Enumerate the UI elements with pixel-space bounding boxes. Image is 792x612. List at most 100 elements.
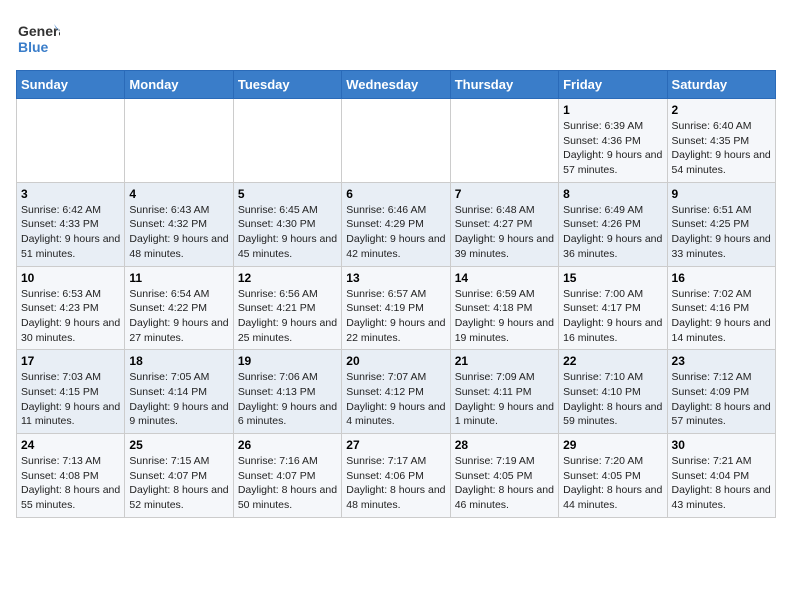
weekday-header-sunday: Sunday xyxy=(17,71,125,99)
day-info: Sunrise: 6:45 AMSunset: 4:30 PMDaylight:… xyxy=(238,203,337,262)
calendar-cell: 2Sunrise: 6:40 AMSunset: 4:35 PMDaylight… xyxy=(667,99,775,183)
day-info: Sunrise: 7:19 AMSunset: 4:05 PMDaylight:… xyxy=(455,454,554,513)
calendar-cell: 13 Sunrise: 6:57 AMSunset: 4:19 PMDayligh… xyxy=(342,266,450,350)
calendar-cell: 4 Sunrise: 6:43 AMSunset: 4:32 PMDaylight… xyxy=(125,182,233,266)
calendar-cell xyxy=(233,99,341,183)
calendar-cell xyxy=(125,99,233,183)
day-number: 1 xyxy=(563,103,662,117)
day-number: 8 xyxy=(563,187,662,201)
day-number: 18 xyxy=(129,354,228,368)
day-info: Sunrise: 6:40 AMSunset: 4:35 PMDaylight:… xyxy=(672,119,771,178)
calendar-cell: 6Sunrise: 6:46 AMSunset: 4:29 PMDaylight… xyxy=(342,182,450,266)
day-info: Sunrise: 7:21 AMSunset: 4:04 PMDaylight:… xyxy=(672,454,771,513)
day-info: Sunrise: 6:39 AMSunset: 4:36 PMDaylight:… xyxy=(563,119,662,178)
calendar-week-1: 1 Sunrise: 6:39 AMSunset: 4:36 PMDaylight… xyxy=(17,99,776,183)
calendar-week-3: 10 Sunrise: 6:53 AMSunset: 4:23 PMDayligh… xyxy=(17,266,776,350)
calendar-cell: 19Sunrise: 7:06 AMSunset: 4:13 PMDayligh… xyxy=(233,350,341,434)
day-info: Sunrise: 6:54 AMSunset: 4:22 PMDaylight:… xyxy=(129,287,228,346)
calendar-cell: 30 Sunrise: 7:21 AMSunset: 4:04 PMDayligh… xyxy=(667,434,775,518)
day-info: Sunrise: 7:17 AMSunset: 4:06 PMDaylight:… xyxy=(346,454,445,513)
weekday-header-friday: Friday xyxy=(559,71,667,99)
day-number: 26 xyxy=(238,438,337,452)
day-info: Sunrise: 6:57 AMSunset: 4:19 PMDaylight:… xyxy=(346,287,445,346)
calendar-cell: 26 Sunrise: 7:16 AMSunset: 4:07 PMDayligh… xyxy=(233,434,341,518)
day-info: Sunrise: 6:49 AMSunset: 4:26 PMDaylight:… xyxy=(563,203,662,262)
calendar-cell: 24 Sunrise: 7:13 AMSunset: 4:08 PMDayligh… xyxy=(17,434,125,518)
calendar-cell: 8 Sunrise: 6:49 AMSunset: 4:26 PMDaylight… xyxy=(559,182,667,266)
day-number: 29 xyxy=(563,438,662,452)
calendar-cell: 5 Sunrise: 6:45 AMSunset: 4:30 PMDaylight… xyxy=(233,182,341,266)
day-number: 17 xyxy=(21,354,120,368)
calendar-cell: 9 Sunrise: 6:51 AMSunset: 4:25 PMDaylight… xyxy=(667,182,775,266)
day-number: 30 xyxy=(672,438,771,452)
calendar-cell: 1 Sunrise: 6:39 AMSunset: 4:36 PMDaylight… xyxy=(559,99,667,183)
day-number: 12 xyxy=(238,271,337,285)
day-number: 14 xyxy=(455,271,554,285)
page-header: General Blue xyxy=(16,16,776,60)
calendar-cell: 15Sunrise: 7:00 AMSunset: 4:17 PMDayligh… xyxy=(559,266,667,350)
day-info: Sunrise: 7:05 AMSunset: 4:14 PMDaylight:… xyxy=(129,370,228,429)
day-number: 5 xyxy=(238,187,337,201)
weekday-header-thursday: Thursday xyxy=(450,71,558,99)
weekday-header-tuesday: Tuesday xyxy=(233,71,341,99)
day-number: 22 xyxy=(563,354,662,368)
day-number: 24 xyxy=(21,438,120,452)
weekday-header-row: SundayMondayTuesdayWednesdayThursdayFrid… xyxy=(17,71,776,99)
logo: General Blue xyxy=(16,16,60,60)
calendar-cell: 17 Sunrise: 7:03 AMSunset: 4:15 PMDayligh… xyxy=(17,350,125,434)
day-number: 27 xyxy=(346,438,445,452)
calendar-table: SundayMondayTuesdayWednesdayThursdayFrid… xyxy=(16,70,776,518)
day-info: Sunrise: 7:03 AMSunset: 4:15 PMDaylight:… xyxy=(21,370,120,429)
calendar-cell: 11 Sunrise: 6:54 AMSunset: 4:22 PMDayligh… xyxy=(125,266,233,350)
day-info: Sunrise: 7:16 AMSunset: 4:07 PMDaylight:… xyxy=(238,454,337,513)
calendar-cell xyxy=(17,99,125,183)
day-number: 7 xyxy=(455,187,554,201)
day-number: 16 xyxy=(672,271,771,285)
day-info: Sunrise: 7:02 AMSunset: 4:16 PMDaylight:… xyxy=(672,287,771,346)
calendar-cell: 14Sunrise: 6:59 AMSunset: 4:18 PMDayligh… xyxy=(450,266,558,350)
day-info: Sunrise: 6:43 AMSunset: 4:32 PMDaylight:… xyxy=(129,203,228,262)
calendar-cell: 7 Sunrise: 6:48 AMSunset: 4:27 PMDaylight… xyxy=(450,182,558,266)
day-info: Sunrise: 7:09 AMSunset: 4:11 PMDaylight:… xyxy=(455,370,554,429)
day-info: Sunrise: 7:10 AMSunset: 4:10 PMDaylight:… xyxy=(563,370,662,429)
calendar-cell: 28 Sunrise: 7:19 AMSunset: 4:05 PMDayligh… xyxy=(450,434,558,518)
weekday-header-wednesday: Wednesday xyxy=(342,71,450,99)
day-info: Sunrise: 6:48 AMSunset: 4:27 PMDaylight:… xyxy=(455,203,554,262)
day-info: Sunrise: 7:13 AMSunset: 4:08 PMDaylight:… xyxy=(21,454,120,513)
svg-text:Blue: Blue xyxy=(18,39,49,55)
day-info: Sunrise: 6:51 AMSunset: 4:25 PMDaylight:… xyxy=(672,203,771,262)
day-number: 11 xyxy=(129,271,228,285)
day-number: 10 xyxy=(21,271,120,285)
calendar-week-2: 3Sunrise: 6:42 AMSunset: 4:33 PMDaylight… xyxy=(17,182,776,266)
day-info: Sunrise: 7:07 AMSunset: 4:12 PMDaylight:… xyxy=(346,370,445,429)
weekday-header-monday: Monday xyxy=(125,71,233,99)
day-info: Sunrise: 6:53 AMSunset: 4:23 PMDaylight:… xyxy=(21,287,120,346)
calendar-cell: 3Sunrise: 6:42 AMSunset: 4:33 PMDaylight… xyxy=(17,182,125,266)
day-number: 28 xyxy=(455,438,554,452)
calendar-cell: 20Sunrise: 7:07 AMSunset: 4:12 PMDayligh… xyxy=(342,350,450,434)
calendar-cell: 10 Sunrise: 6:53 AMSunset: 4:23 PMDayligh… xyxy=(17,266,125,350)
calendar-week-4: 17 Sunrise: 7:03 AMSunset: 4:15 PMDayligh… xyxy=(17,350,776,434)
calendar-cell xyxy=(450,99,558,183)
day-number: 25 xyxy=(129,438,228,452)
calendar-cell: 16 Sunrise: 7:02 AMSunset: 4:16 PMDayligh… xyxy=(667,266,775,350)
day-info: Sunrise: 6:46 AMSunset: 4:29 PMDaylight:… xyxy=(346,203,445,262)
calendar-cell: 29 Sunrise: 7:20 AMSunset: 4:05 PMDayligh… xyxy=(559,434,667,518)
day-info: Sunrise: 7:06 AMSunset: 4:13 PMDaylight:… xyxy=(238,370,337,429)
day-number: 9 xyxy=(672,187,771,201)
day-number: 13 xyxy=(346,271,445,285)
calendar-body: 1 Sunrise: 6:39 AMSunset: 4:36 PMDaylight… xyxy=(17,99,776,518)
day-number: 15 xyxy=(563,271,662,285)
day-number: 4 xyxy=(129,187,228,201)
day-number: 3 xyxy=(21,187,120,201)
day-info: Sunrise: 7:15 AMSunset: 4:07 PMDaylight:… xyxy=(129,454,228,513)
day-info: Sunrise: 7:20 AMSunset: 4:05 PMDaylight:… xyxy=(563,454,662,513)
day-info: Sunrise: 7:12 AMSunset: 4:09 PMDaylight:… xyxy=(672,370,771,429)
calendar-cell: 23 Sunrise: 7:12 AMSunset: 4:09 PMDayligh… xyxy=(667,350,775,434)
day-number: 23 xyxy=(672,354,771,368)
calendar-week-5: 24 Sunrise: 7:13 AMSunset: 4:08 PMDayligh… xyxy=(17,434,776,518)
calendar-cell: 27 Sunrise: 7:17 AMSunset: 4:06 PMDayligh… xyxy=(342,434,450,518)
calendar-header: SundayMondayTuesdayWednesdayThursdayFrid… xyxy=(17,71,776,99)
calendar-cell: 22 Sunrise: 7:10 AMSunset: 4:10 PMDayligh… xyxy=(559,350,667,434)
calendar-cell xyxy=(342,99,450,183)
